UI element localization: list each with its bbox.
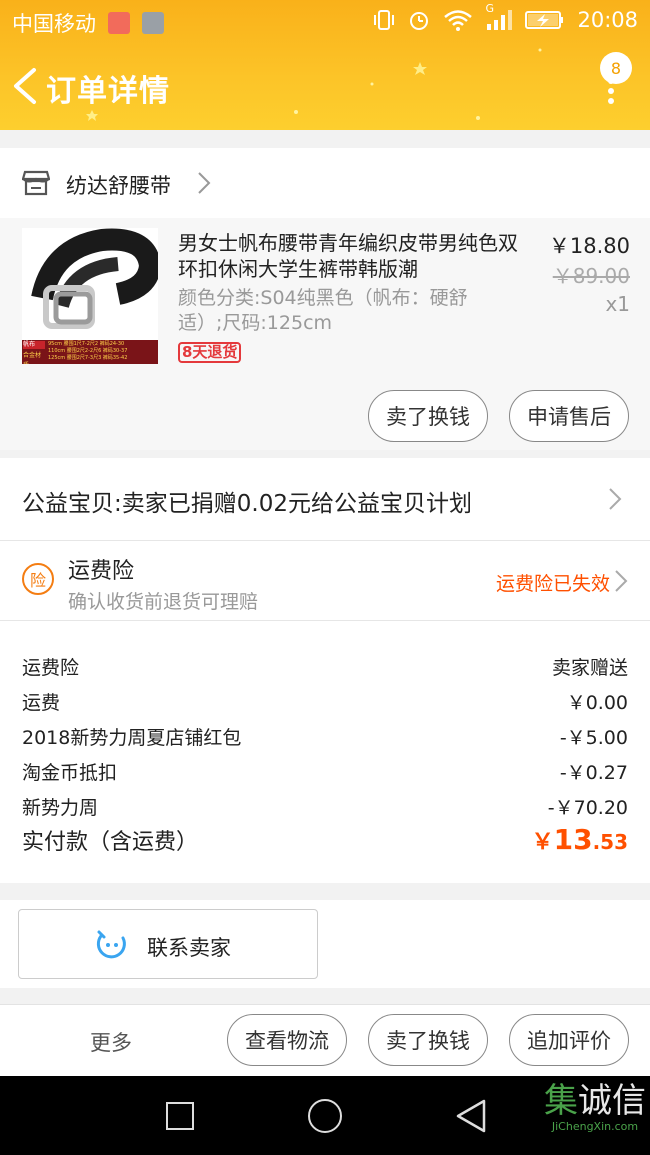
insurance-status: 运费险已失效	[495, 573, 610, 595]
app-header: 中国移动 G 20:08 订单详情 8	[0, 0, 650, 130]
battery-charging-icon	[525, 11, 564, 29]
shipping-insurance-row[interactable]: 险 运费险 确认收货前退货可理赔 运费险已失效	[0, 541, 650, 621]
product-quantity: x1	[605, 292, 630, 316]
fee-label: 2018新势力周夏店铺红包	[22, 727, 242, 749]
fee-value: -￥70.20	[547, 797, 628, 819]
signal-icon: G	[485, 2, 513, 32]
total-integer: 13	[553, 823, 593, 856]
contact-section: 联系卖家	[0, 900, 650, 988]
fee-value: -￥5.00	[559, 727, 628, 749]
watermark-logo: 集诚信	[544, 1082, 646, 1120]
store-icon	[22, 170, 50, 196]
insurance-subtitle: 确认收货前退货可理赔	[68, 591, 259, 613]
customer-service-icon	[96, 930, 126, 959]
message-count-badge[interactable]: 8	[600, 52, 632, 84]
product-thumbnail[interactable]: 帆布 合金材质 95cm 腰围1尺7-2尺2 裤码24-30 110cm 腰围2…	[22, 228, 158, 364]
shop-name: 纺达舒腰带	[66, 174, 171, 198]
size-chart-row: 110cm 腰围2尺2-2尺6 裤码30-37	[48, 348, 128, 354]
total-decimal: .53	[592, 830, 628, 854]
fee-value: ￥0.00	[566, 692, 628, 714]
product-sku: 颜色分类:S04纯黑色（帆布：硬舒适）;尺码:125cm	[178, 287, 468, 334]
size-chart-row: 125cm 腰围2尺7-3尺3 裤码35-42	[48, 355, 128, 361]
total-currency: ￥	[531, 830, 554, 855]
watermark-text: 诚信	[578, 1081, 646, 1121]
fee-row: 2018新势力周夏店铺红包 -￥5.00	[22, 723, 628, 750]
fee-breakdown: 运费险 卖家赠送 运费 ￥0.00 2018新势力周夏店铺红包 -￥5.00 淘…	[0, 621, 650, 883]
system-back-icon[interactable]	[454, 1098, 488, 1134]
total-paid-row: 实付款（含运费） ￥13.53	[22, 823, 628, 856]
add-review-button[interactable]: 追加评价	[509, 1014, 629, 1066]
product-price: ￥18.80	[548, 234, 630, 258]
home-icon[interactable]	[308, 1099, 342, 1133]
sell-for-cash-button[interactable]: 卖了换钱	[368, 390, 488, 442]
more-menu-icon[interactable]	[608, 78, 616, 104]
watermark-url: JiChengXin.com	[551, 1120, 639, 1133]
notification-image-icon	[142, 12, 164, 34]
shop-row[interactable]: 纺达舒腰带	[0, 148, 650, 218]
more-actions-link[interactable]: 更多	[90, 1027, 132, 1057]
wifi-icon	[444, 10, 473, 31]
fee-row: 淘金币抵扣 -￥0.27	[22, 758, 628, 785]
total-label: 实付款（含运费）	[22, 830, 199, 855]
return-policy-badge: 8天退货	[178, 342, 242, 363]
clock-time: 20:08	[577, 8, 638, 32]
thumb-label-canvas: 帆布	[23, 341, 45, 349]
status-bar: 中国移动 G 20:08	[0, 0, 650, 42]
sell-for-cash-button[interactable]: 卖了换钱	[368, 1014, 488, 1066]
size-chart-row: 95cm 腰围1尺7-2尺2 裤码24-30	[48, 341, 125, 347]
fee-label: 运费	[22, 692, 61, 714]
total-amount: ￥13.53	[532, 823, 628, 856]
chevron-right-icon	[609, 488, 622, 510]
product-title[interactable]: 男女士帆布腰带青年编织皮带男纯色双环扣休闲大学生裤带韩版潮	[178, 230, 518, 282]
order-action-bar: 更多 查看物流 卖了换钱 追加评价	[0, 1004, 650, 1077]
chevron-right-icon	[615, 570, 628, 592]
nav-bar: 订单详情 8	[0, 42, 650, 130]
insurance-title: 运费险	[68, 559, 135, 584]
thumb-label-alloy: 合金材质	[23, 352, 42, 364]
charity-row[interactable]: 公益宝贝:卖家已捐赠0.02元给公益宝贝计划	[0, 458, 650, 541]
size-chart-overlay: 帆布 合金材质 95cm 腰围1尺7-2尺2 裤码24-30 110cm 腰围2…	[22, 340, 158, 364]
contact-seller-button[interactable]: 联系卖家	[18, 909, 318, 979]
recent-apps-icon[interactable]	[166, 1102, 194, 1130]
after-sale-button[interactable]: 申请售后	[509, 390, 629, 442]
fee-label: 新势力周	[22, 797, 99, 819]
product-item[interactable]: 帆布 合金材质 95cm 腰围1尺7-2尺2 裤码24-30 110cm 腰围2…	[0, 218, 650, 450]
vibrate-icon	[374, 10, 395, 30]
carrier-label: 中国移动	[12, 12, 96, 36]
fee-label: 运费险	[22, 657, 80, 679]
insurance-icon: 险	[22, 563, 54, 595]
page-title: 订单详情	[46, 74, 170, 109]
notification-mail-icon	[108, 12, 130, 34]
contact-seller-label: 联系卖家	[147, 936, 231, 960]
fee-row: 运费险 卖家赠送	[22, 653, 628, 680]
alarm-icon	[410, 12, 429, 30]
fee-row: 运费 ￥0.00	[22, 688, 628, 715]
view-logistics-button[interactable]: 查看物流	[227, 1014, 347, 1066]
watermark: 集诚信 JiChengXin.com	[544, 1082, 646, 1133]
chevron-right-icon	[198, 172, 211, 194]
system-navigation-bar: 集诚信 JiChengXin.com	[0, 1076, 650, 1155]
fee-label: 淘金币抵扣	[22, 762, 118, 784]
fee-value: -￥0.27	[559, 762, 628, 784]
watermark-char: 集	[544, 1081, 578, 1121]
charity-text: 公益宝贝:卖家已捐赠0.02元给公益宝贝计划	[22, 491, 472, 517]
fee-row: 新势力周 -￥70.20	[22, 793, 628, 820]
back-arrow-icon[interactable]	[10, 66, 44, 106]
product-original-price: ￥89.00	[552, 264, 630, 288]
fee-value: 卖家赠送	[551, 657, 628, 679]
